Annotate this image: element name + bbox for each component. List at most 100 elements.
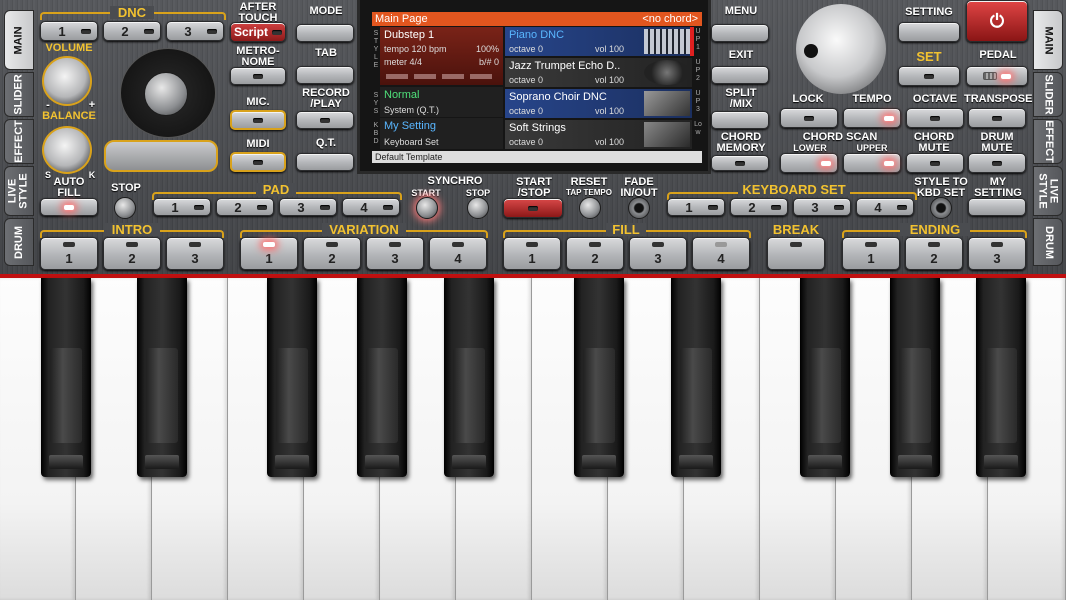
my-setting-button[interactable] — [968, 198, 1026, 216]
fade-button[interactable] — [628, 197, 650, 219]
dnc-button-2[interactable]: 2 — [103, 21, 161, 41]
chord-scan-upper-button[interactable] — [843, 153, 901, 173]
black-key[interactable] — [444, 278, 494, 477]
fill-button-2[interactable]: 2 — [566, 237, 624, 270]
kbd-set-button-3[interactable]: 3 — [793, 198, 851, 216]
low-cell[interactable]: Soft Strings octave 0 vol 100 — [505, 120, 692, 149]
tab-main-right[interactable]: MAIN — [1033, 10, 1063, 70]
drum-mute-label: DRUM MUTE — [980, 131, 1014, 154]
fill-button-1[interactable]: 1 — [503, 237, 561, 270]
set-button[interactable] — [898, 66, 960, 86]
black-key[interactable] — [357, 278, 407, 477]
black-key[interactable] — [800, 278, 850, 477]
black-key[interactable] — [976, 278, 1026, 477]
black-key[interactable] — [671, 278, 721, 477]
pedal-button[interactable] — [966, 66, 1028, 86]
ending-button-2[interactable]: 2 — [905, 237, 963, 270]
tab-live-style-right[interactable]: LIVE STYLE — [1033, 166, 1063, 216]
metronome-button[interactable] — [230, 67, 286, 85]
chord-scan-label: CHORD SCAN — [802, 131, 878, 143]
exit-button[interactable] — [711, 66, 769, 84]
dnc-label: DNC — [110, 6, 154, 19]
script-button[interactable]: Script — [230, 22, 286, 42]
record-play-button[interactable] — [296, 111, 354, 129]
transpose-button[interactable] — [968, 108, 1026, 128]
style-to-kbd-button[interactable] — [930, 197, 952, 219]
pad-button-3[interactable]: 3 — [279, 198, 337, 216]
chord-scan-lower-button[interactable] — [780, 153, 838, 173]
split-mix-button[interactable] — [711, 111, 769, 129]
kbd-set-button-4[interactable]: 4 — [856, 198, 914, 216]
lock-button[interactable] — [780, 108, 838, 128]
variation-button-4[interactable]: 4 — [429, 237, 487, 270]
tab-drum-right[interactable]: DRUM — [1033, 218, 1063, 266]
qt-button[interactable] — [296, 153, 354, 171]
style-cell[interactable]: Dubstep 1 tempo 120 bpm 100% meter 4/4 b… — [380, 27, 503, 85]
pad-button-4[interactable]: 4 — [342, 198, 400, 216]
tab-effect-right[interactable]: EFFECT — [1033, 119, 1063, 164]
kbd-set-button-1[interactable]: 1 — [667, 198, 725, 216]
black-key[interactable] — [137, 278, 187, 477]
pad-button-1[interactable]: 1 — [153, 198, 211, 216]
synchro-start-button[interactable] — [416, 197, 438, 219]
tab-live-style-left[interactable]: LIVE STYLE — [4, 166, 34, 216]
synchro-stop-button[interactable] — [467, 197, 489, 219]
variation-button-1[interactable]: 1 — [240, 237, 298, 270]
dnc-button-1[interactable]: 1 — [40, 21, 98, 41]
dnc-button-3[interactable]: 3 — [166, 21, 224, 41]
touch-pad[interactable] — [104, 140, 218, 172]
template-footer: Default Template — [372, 151, 702, 163]
variation-button-3[interactable]: 3 — [366, 237, 424, 270]
auto-fill-button[interactable] — [40, 198, 98, 216]
kbd-set-button-2[interactable]: 2 — [730, 198, 788, 216]
fill-button-4[interactable]: 4 — [692, 237, 750, 270]
tab-label: LIVE STYLE — [1037, 173, 1061, 209]
tempo-button[interactable] — [843, 108, 901, 128]
sys-cell[interactable]: Normal System (Q.T.) — [380, 87, 503, 117]
stop-label: STOP — [111, 182, 141, 194]
tab-slider-left[interactable]: SLIDER — [4, 72, 34, 117]
power-button[interactable]: ⏻ — [966, 0, 1028, 42]
setting-button[interactable] — [898, 22, 960, 42]
pedal-label: PEDAL — [979, 49, 1017, 61]
stop-button[interactable] — [114, 197, 136, 219]
start-stop-button[interactable] — [503, 198, 563, 218]
black-key[interactable] — [890, 278, 940, 477]
ending-button-1[interactable]: 1 — [842, 237, 900, 270]
black-key[interactable] — [41, 278, 91, 477]
tab-drum-left[interactable]: DRUM — [4, 218, 34, 266]
chord-memory-button[interactable] — [711, 155, 769, 171]
break-button[interactable] — [767, 237, 825, 270]
drum-mute-button[interactable] — [968, 153, 1026, 173]
tab-main-left[interactable]: MAIN — [4, 10, 34, 70]
tab-effect-left[interactable]: EFFECT — [4, 119, 34, 164]
up3-side-label: UP3 — [695, 90, 701, 113]
button-label: 1 — [685, 199, 693, 215]
volume-label: VOLUME — [45, 42, 93, 54]
tab-slider-right[interactable]: SLIDER — [1033, 72, 1063, 117]
up1-cell[interactable]: Piano DNC octave 0 vol 100 — [505, 27, 692, 56]
ending-button-3[interactable]: 3 — [968, 237, 1026, 270]
tab-button[interactable] — [296, 66, 354, 84]
midi-button[interactable] — [230, 152, 286, 172]
reset-button[interactable] — [579, 197, 601, 219]
intro-button-1[interactable]: 1 — [40, 237, 98, 270]
black-key[interactable] — [267, 278, 317, 477]
pad-button-2[interactable]: 2 — [216, 198, 274, 216]
balance-knob[interactable] — [42, 126, 92, 174]
chord-mute-button[interactable] — [906, 153, 964, 173]
octave-button[interactable] — [906, 108, 964, 128]
variation-button-2[interactable]: 2 — [303, 237, 361, 270]
intro-button-3[interactable]: 3 — [166, 237, 224, 270]
intro-button-2[interactable]: 2 — [103, 237, 161, 270]
mic-button[interactable] — [230, 110, 286, 130]
up2-cell[interactable]: Jazz Trumpet Echo D.. octave 0 vol 100 — [505, 58, 692, 87]
pad-label: PAD — [256, 183, 296, 196]
joystick[interactable] — [144, 72, 188, 116]
menu-button[interactable] — [711, 24, 769, 42]
black-key[interactable] — [574, 278, 624, 477]
kbd-cell[interactable]: My Setting Keyboard Set — [380, 118, 503, 149]
up3-cell[interactable]: Soprano Choir DNC octave 0 vol 100 — [505, 89, 692, 118]
mode-button[interactable] — [296, 24, 354, 42]
fill-button-3[interactable]: 3 — [629, 237, 687, 270]
